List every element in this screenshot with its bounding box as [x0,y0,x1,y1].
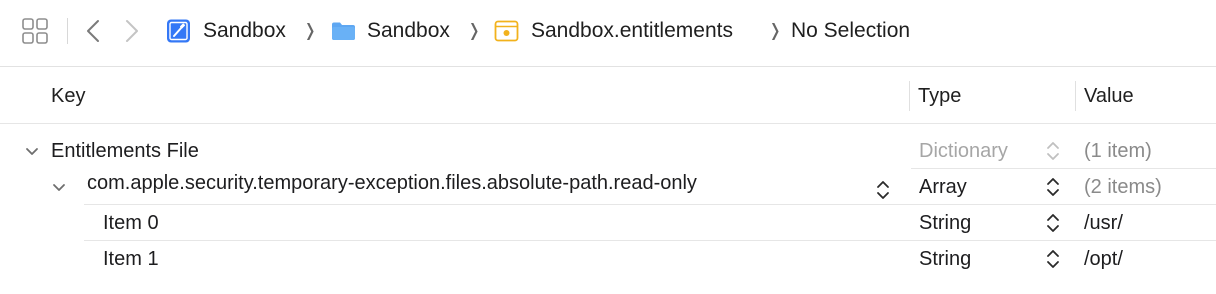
breadcrumb-item-project[interactable]: Sandbox [203,18,286,44]
breadcrumb-separator: ❭ [768,21,783,40]
column-divider[interactable] [909,81,910,111]
chevron-up-down-icon[interactable] [1046,140,1060,162]
row-type[interactable]: String [919,246,971,272]
chevron-down-icon[interactable] [51,180,67,196]
xcode-project-icon [167,19,190,43]
chevron-right-icon[interactable] [121,18,141,44]
row-value[interactable]: /usr/ [1084,210,1123,236]
breadcrumb-item-selection[interactable]: No Selection [791,18,910,44]
chevron-up-down-icon[interactable] [1046,248,1060,270]
row-value: (1 item) [1084,140,1152,162]
row-key: Item 0 [103,212,159,234]
chevron-down-icon[interactable] [24,144,40,160]
plist-row[interactable]: Item 1 String /opt/ [0,240,1216,276]
row-key: Item 1 [103,248,159,270]
row-type[interactable]: String [919,210,971,236]
column-header-key[interactable]: Key [51,83,85,109]
row-type[interactable]: Dictionary [919,138,1008,164]
folder-icon [332,22,355,40]
toolbar: Sandbox ❭ Sandbox ❭ Sandbox.entitlements… [0,0,1216,67]
breadcrumb-item-file[interactable]: Sandbox.entitlements [531,18,733,44]
row-value: (2 items) [1084,176,1162,198]
row-key: com.apple.security.temporary-exception.f… [87,172,697,194]
plist-row[interactable]: Entitlements File Dictionary (1 item) [0,132,1216,169]
toolbar-divider [67,18,68,44]
row-type[interactable]: Array [919,174,967,200]
plist-row[interactable]: Item 0 String /usr/ [0,204,1216,241]
column-divider[interactable] [1075,81,1076,111]
breadcrumb-separator: ❭ [467,21,482,40]
row-key: Entitlements File [51,140,199,162]
grid-icon[interactable] [22,18,48,44]
breadcrumb-item-folder[interactable]: Sandbox [367,18,450,44]
column-header-row: Key Type Value [0,67,1216,124]
column-header-type[interactable]: Type [918,83,961,109]
row-value[interactable]: /opt/ [1084,246,1123,272]
chevron-left-icon[interactable] [84,18,104,44]
chevron-up-down-icon[interactable] [876,179,890,201]
chevron-up-down-icon[interactable] [1046,176,1060,198]
chevron-up-down-icon[interactable] [1046,212,1060,234]
entitlements-file-icon [494,20,519,42]
plist-row[interactable]: com.apple.security.temporary-exception.f… [0,168,1216,205]
breadcrumb-separator: ❭ [303,21,318,40]
column-header-value[interactable]: Value [1084,83,1134,109]
